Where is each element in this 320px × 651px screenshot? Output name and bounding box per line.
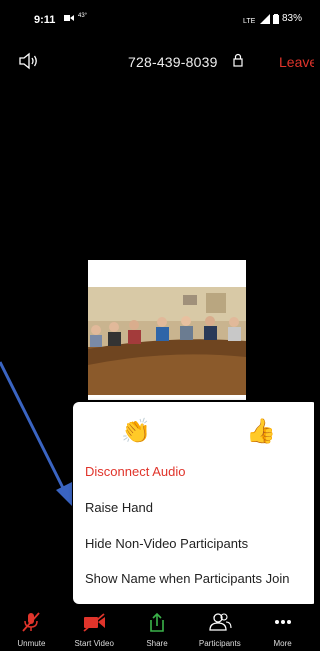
share-label: Share	[146, 639, 168, 648]
status-bar: 9:11 43° LTE 83%	[0, 0, 314, 36]
leave-button[interactable]: Leave	[279, 54, 314, 70]
start-video-label: Start Video	[74, 639, 114, 648]
unmute-button[interactable]: Unmute	[0, 606, 63, 651]
raise-hand-menu-item[interactable]: Raise Hand	[85, 500, 153, 515]
lock-icon	[233, 53, 243, 67]
more-label: More	[273, 639, 292, 648]
more-icon	[274, 620, 291, 624]
video-frame-council-meeting	[88, 287, 246, 395]
muted-mic-icon	[22, 612, 41, 632]
unmute-label: Unmute	[17, 639, 46, 648]
status-indicators: LTE 83%	[243, 13, 302, 24]
share-button[interactable]: Share	[126, 606, 189, 651]
more-options-menu: 👏 👍 Disconnect Audio Raise Hand Hide Non…	[73, 402, 314, 604]
svg-text:LTE: LTE	[243, 18, 256, 24]
participants-button[interactable]: Participants	[188, 606, 251, 651]
thumbs-up-reaction-button[interactable]: 👍	[246, 418, 276, 446]
participants-icon	[209, 613, 232, 631]
disconnect-audio-menu-item[interactable]: Disconnect Audio	[85, 464, 185, 479]
battery-percent: 83%	[281, 13, 302, 24]
battery-icon	[272, 13, 279, 24]
video-off-icon	[83, 613, 106, 632]
start-video-button[interactable]: Start Video	[63, 606, 126, 651]
status-temperature: 43°	[78, 13, 88, 19]
show-name-when-participants-join-menu-item[interactable]: Show Name when Participants Join	[85, 571, 290, 586]
participants-label: Participants	[198, 639, 241, 648]
status-time: 9:11	[34, 14, 56, 26]
active-speaker-video[interactable]	[88, 260, 246, 400]
signal-strength-icon	[259, 13, 270, 24]
meeting-top-bar: 728-439-8039 Leave	[0, 50, 314, 74]
meeting-toolbar: Unmute Start Video Share Participants Mo…	[0, 606, 314, 651]
lte-signal-icon: LTE	[243, 18, 256, 24]
meeting-id[interactable]: 728-439-8039	[128, 54, 218, 70]
speaker-icon[interactable]	[18, 52, 40, 70]
zoom-meeting-screen: 9:11 43° LTE 83% 728-439-8039 Leave 👏 👍 …	[0, 0, 314, 651]
video-notification-icon	[64, 15, 74, 21]
hide-non-video-participants-menu-item[interactable]: Hide Non-Video Participants	[85, 536, 248, 551]
share-icon	[150, 612, 164, 632]
clap-reaction-button[interactable]: 👏	[121, 418, 151, 446]
more-button[interactable]: More	[251, 606, 314, 651]
